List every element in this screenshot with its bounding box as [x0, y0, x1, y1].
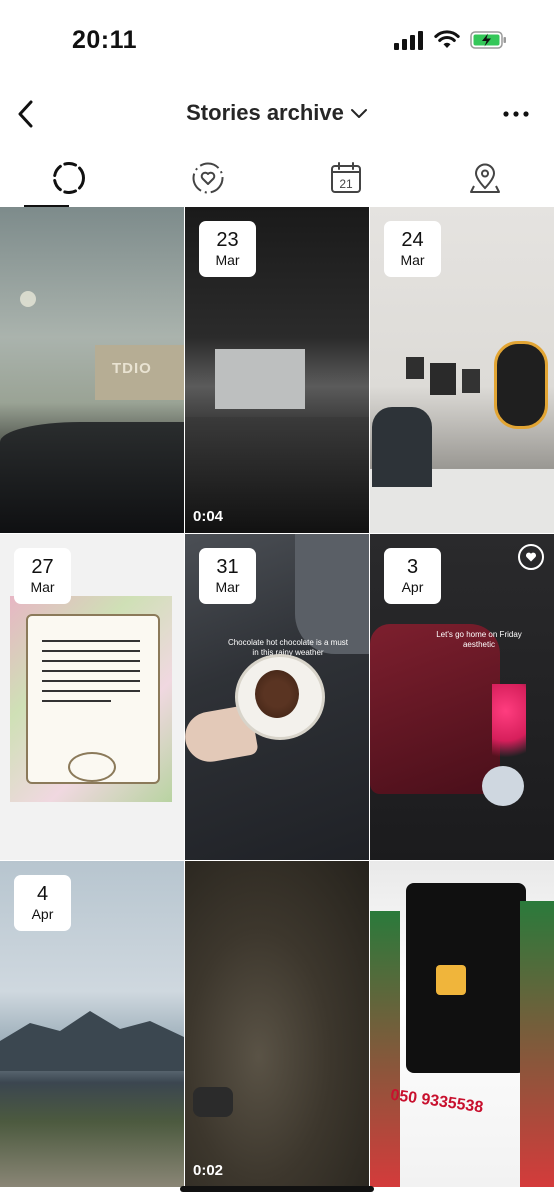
highlight-heart-badge — [518, 544, 544, 570]
heart-ring-icon — [192, 162, 224, 194]
story-caption: Let's go home on Friday aesthetic — [436, 630, 522, 649]
story-thumbnail[interactable]: 27 Mar — [0, 534, 184, 860]
date-month: Apr — [31, 906, 54, 922]
location-pin-icon — [469, 163, 500, 193]
date-badge: 31 Mar — [199, 548, 256, 604]
date-badge: 4 Apr — [14, 875, 71, 931]
mountain-graphic — [0, 1011, 184, 1071]
tab-stories[interactable] — [0, 150, 139, 208]
date-month: Mar — [215, 579, 240, 595]
chevron-down-icon — [350, 109, 367, 118]
date-month: Apr — [401, 579, 424, 595]
home-indicator — [180, 1186, 374, 1192]
date-day: 27 — [31, 556, 54, 578]
arabic-text-block — [42, 634, 140, 744]
date-day: 24 — [401, 229, 424, 251]
calendar-day-label: 21 — [340, 177, 354, 191]
title-dropdown[interactable]: Stories archive — [0, 100, 554, 126]
stories-grid: TDIO 23 Mar 0:04 24 Mar 27 Mar Chocolate… — [0, 207, 554, 1187]
calendar-icon: 21 — [331, 162, 362, 193]
nav-bar: Stories archive — [0, 82, 554, 148]
date-badge: 3 Apr — [384, 548, 441, 604]
video-duration: 0:02 — [193, 1162, 224, 1179]
story-thumbnail[interactable]: Chocolate hot chocolate is a must in thi… — [185, 534, 369, 860]
date-badge: 24 Mar — [384, 221, 441, 277]
battery-charging-icon — [470, 31, 506, 49]
story-thumbnail[interactable]: Let's go home on Friday aesthetic 3 Apr — [370, 534, 554, 860]
archive-tabs: 21 — [0, 150, 554, 208]
date-month: Mar — [400, 252, 425, 268]
story-thumbnail[interactable]: TDIO — [0, 207, 184, 533]
video-duration: 0:04 — [193, 508, 224, 525]
story-thumbnail[interactable]: 23 Mar 0:04 — [185, 207, 369, 533]
more-options-button[interactable] — [496, 94, 536, 134]
date-badge: 23 Mar — [199, 221, 256, 277]
heart-icon — [525, 552, 537, 562]
story-thumbnail[interactable]: 4 Apr — [0, 861, 184, 1187]
date-day: 23 — [216, 229, 239, 251]
story-thumbnail[interactable]: 0:02 — [185, 861, 369, 1187]
status-bar: 20:11 — [0, 0, 554, 82]
more-horizontal-icon — [503, 111, 529, 117]
story-ring-icon — [53, 162, 86, 194]
wifi-icon — [434, 30, 460, 48]
sign-graphic: TDIO — [112, 360, 152, 377]
tab-map[interactable] — [416, 150, 554, 206]
date-badge: 27 Mar — [14, 548, 71, 604]
signal-icon — [394, 31, 423, 50]
sign-text: 050 9335538 — [389, 1086, 485, 1117]
date-month: Mar — [30, 579, 55, 595]
tab-highlights[interactable] — [139, 150, 278, 206]
status-time: 20:11 — [72, 26, 138, 54]
date-day: 3 — [406, 556, 419, 578]
story-thumbnail[interactable]: 050 9335538 — [370, 861, 554, 1187]
date-day: 4 — [36, 883, 49, 905]
page-title: Stories archive — [186, 100, 344, 125]
date-month: Mar — [215, 252, 240, 268]
story-thumbnail[interactable]: 24 Mar — [370, 207, 554, 533]
tab-calendar[interactable]: 21 — [277, 150, 416, 206]
date-day: 31 — [216, 556, 239, 578]
status-icons — [394, 30, 508, 50]
